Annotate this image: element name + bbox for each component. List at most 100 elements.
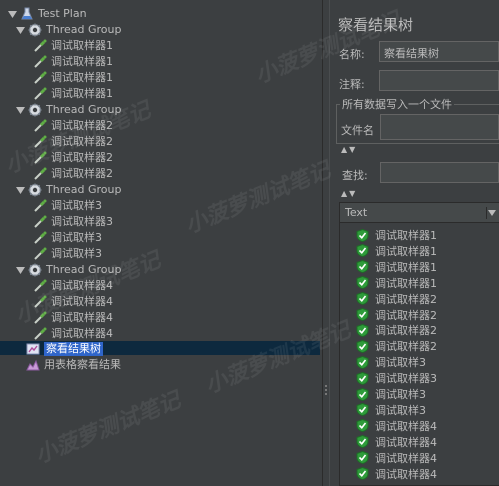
pipette-icon [33, 295, 47, 309]
result-row[interactable]: 调试取样器2 [356, 291, 437, 307]
test-plan-tree: Test Plan Thread Group 调试取样器1 调试取样器1 调试取样器1 调… [0, 0, 322, 486]
success-check-icon [356, 435, 369, 449]
success-check-icon [356, 451, 369, 465]
tree-node-label: 调试取样器3 [51, 215, 113, 228]
expand-toggle-icon[interactable] [15, 185, 25, 195]
tree-node-label: 调试取样3 [51, 231, 102, 244]
tree-node-sampler[interactable]: 调试取样3 [33, 246, 102, 262]
results-table-header[interactable]: Text [340, 203, 499, 223]
name-label: 名称: [339, 48, 365, 61]
tree-node-label: 用表格察看结果 [44, 358, 121, 371]
tree-node-sampler[interactable]: 调试取样器4 [33, 294, 113, 310]
collapse-arrows-2[interactable]: ▲▼ [341, 189, 357, 198]
gear-icon [28, 263, 42, 277]
success-check-icon [356, 387, 369, 401]
pipette-icon [33, 167, 47, 181]
success-check-icon [356, 355, 369, 369]
tree-node-thread-group[interactable]: Thread Group [15, 182, 121, 198]
result-row[interactable]: 调试取样器1 [356, 275, 437, 291]
tree-node-sampler[interactable]: 调试取样3 [33, 230, 102, 246]
pipette-icon [33, 327, 47, 341]
tree-node-label: Thread Group [46, 103, 122, 116]
result-label: 调试取样器4 [375, 467, 437, 481]
result-label: 调试取样器4 [375, 419, 437, 433]
tree-node-thread-group[interactable]: Thread Group [15, 22, 121, 38]
pane-splitter[interactable] [322, 0, 330, 486]
tree-node-sampler[interactable]: 调试取样器2 [33, 150, 113, 166]
result-row[interactable]: 调试取样器4 [356, 466, 437, 482]
result-row[interactable]: 调试取样器2 [356, 322, 437, 338]
splitter-grip[interactable] [324, 383, 328, 397]
pipette-icon [33, 71, 47, 85]
result-label: 调试取样器1 [375, 260, 437, 274]
result-row[interactable]: 调试取样器4 [356, 450, 437, 466]
tree-node-sampler[interactable]: 调试取样器2 [33, 118, 113, 134]
tree-node-sampler[interactable]: 调试取样器2 [33, 166, 113, 182]
pipette-icon [33, 87, 47, 101]
name-field[interactable]: 察看结果树 [379, 41, 499, 62]
expand-toggle-icon[interactable] [7, 9, 17, 19]
expand-toggle-icon[interactable] [15, 25, 25, 35]
filename-field[interactable] [380, 114, 499, 140]
collapse-arrows[interactable]: ▲▼ [341, 145, 357, 154]
success-check-icon [356, 466, 369, 481]
tree-node-label: 调试取样3 [51, 199, 102, 212]
success-check-icon [356, 276, 369, 290]
results-table: Text 调试取样器1 调试取样器1 调试取样器1 调试取样器1 调试取样器2 调试取样器… [339, 202, 499, 486]
tree-node-thread-group[interactable]: Thread Group [15, 102, 121, 118]
success-check-icon [356, 260, 369, 274]
expand-toggle-icon[interactable] [15, 265, 25, 275]
tree-node-sampler[interactable]: 调试取样器4 [33, 310, 113, 326]
tree-node-sampler[interactable]: 调试取样器3 [33, 214, 113, 230]
write-to-file-group-title: 所有数据写入一个文件 [340, 96, 454, 112]
pipette-icon [33, 231, 47, 245]
result-row[interactable]: 调试取样器4 [356, 434, 437, 450]
gear-icon [28, 23, 42, 37]
tree-node-label: Test Plan [38, 7, 87, 20]
tree-node-listener[interactable]: 察看结果树 [26, 341, 103, 357]
success-check-icon [356, 307, 369, 322]
tree-node-thread-group[interactable]: Thread Group [15, 262, 121, 278]
pipette-icon [33, 279, 47, 293]
result-label: 调试取样器2 [375, 308, 437, 322]
result-label: 调试取样3 [375, 388, 426, 401]
result-row[interactable]: 调试取样3 [356, 354, 426, 370]
tree-node-sampler[interactable]: 调试取样器4 [33, 278, 113, 294]
tree-node-sampler[interactable]: 调试取样器1 [33, 38, 113, 54]
tree-node-test-plan[interactable]: Test Plan [7, 6, 87, 22]
result-row[interactable]: 调试取样器4 [356, 418, 437, 434]
search-label: 查找: [342, 169, 368, 182]
tree-node-sampler[interactable]: 调试取样器1 [33, 86, 113, 102]
result-row[interactable]: 调试取样3 [356, 402, 426, 418]
result-label: 调试取样器4 [375, 451, 437, 465]
result-row[interactable]: 调试取样器1 [356, 243, 437, 259]
result-row[interactable]: 调试取样器2 [356, 338, 437, 354]
result-label: 调试取样器1 [375, 229, 437, 242]
result-row[interactable]: 调试取样器1 [356, 259, 437, 275]
tree-node-sampler[interactable]: 调试取样器2 [33, 134, 113, 150]
tree-node-listener[interactable]: 用表格察看结果 [26, 357, 121, 373]
gear-icon [28, 183, 42, 197]
pipette-icon [33, 119, 47, 133]
result-row[interactable]: 调试取样器1 [356, 227, 437, 243]
comment-label: 注释: [339, 78, 365, 91]
success-check-icon [356, 339, 369, 353]
result-row[interactable]: 调试取样3 [356, 386, 426, 402]
tree-node-label: 调试取样3 [51, 247, 102, 260]
tree-node-sampler[interactable]: 调试取样3 [33, 198, 102, 214]
sort-chevron-icon[interactable] [486, 207, 497, 219]
result-row[interactable]: 调试取样器3 [356, 370, 437, 386]
tree-node-label: 调试取样器1 [51, 87, 113, 100]
tree-node-sampler[interactable]: 调试取样器1 [33, 70, 113, 86]
tree-node-label: Thread Group [46, 183, 122, 196]
tree-node-sampler[interactable]: 调试取样器4 [33, 326, 113, 342]
tree-node-sampler[interactable]: 调试取样器1 [33, 54, 113, 70]
result-label: 调试取样器3 [375, 372, 437, 386]
result-label: 调试取样器2 [375, 340, 437, 354]
expand-toggle-icon[interactable] [15, 105, 25, 115]
search-field[interactable] [380, 162, 499, 183]
result-row[interactable]: 调试取样器2 [356, 307, 437, 323]
success-check-icon [356, 419, 369, 433]
result-tree-icon [26, 342, 40, 356]
comment-field[interactable] [379, 70, 499, 91]
